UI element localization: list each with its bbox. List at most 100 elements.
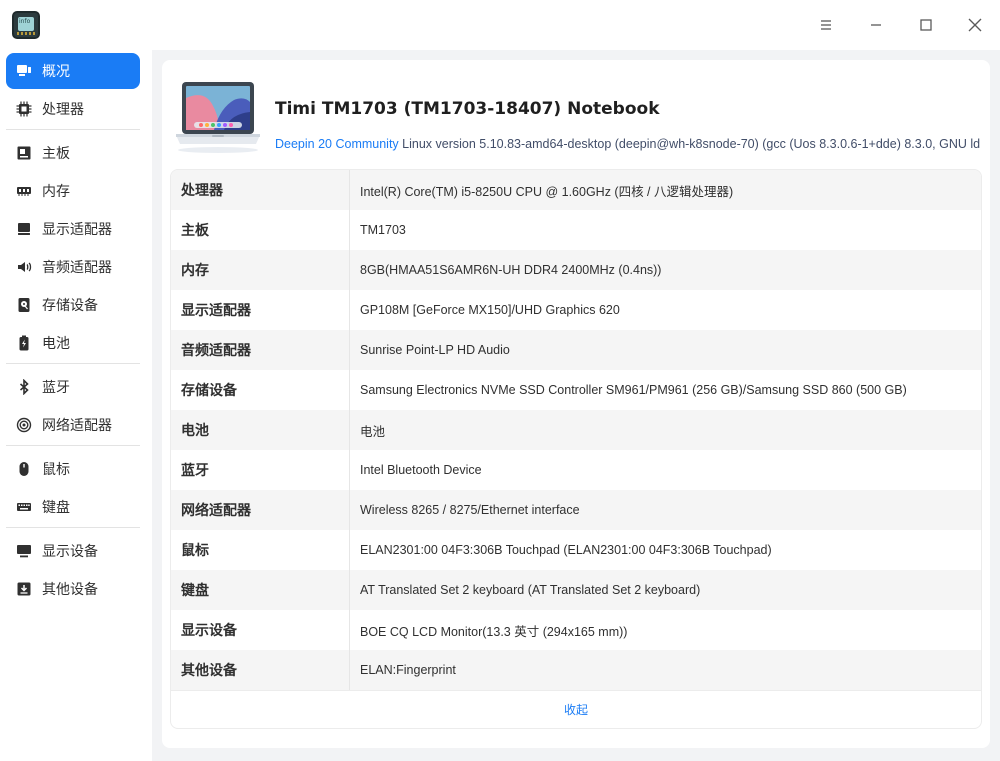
maximize-icon [920, 19, 932, 31]
row-label: 内存 [171, 250, 350, 290]
sidebar-item-label: 内存 [42, 184, 70, 200]
os-detail: Linux version 5.10.83-amd64-desktop (dee… [398, 137, 983, 151]
menu-button[interactable] [809, 8, 843, 42]
table-row: 网络适配器 Wireless 8265 / 8275/Ethernet inte… [171, 490, 981, 530]
sidebar-item-display[interactable]: 显示设备 [6, 533, 140, 569]
table-row: 内存 8GB(HMAA51S6AMR6N-UH DDR4 2400MHz (0.… [171, 250, 981, 290]
row-value: Intel Bluetooth Device [360, 463, 482, 477]
nav-group-input: 鼠标 键盘 [0, 451, 150, 525]
row-value: GP108M [GeForce MX150]/UHD Graphics 620 [360, 303, 620, 317]
sidebar-item-label: 鼠标 [42, 462, 70, 478]
monitor-overview-icon [16, 63, 32, 79]
row-label: 音频适配器 [171, 330, 350, 370]
sidebar-item-label: 其他设备 [42, 582, 98, 598]
row-label: 存储设备 [171, 370, 350, 410]
minimize-icon [871, 24, 881, 26]
sidebar-item-label: 音频适配器 [42, 260, 112, 276]
sidebar-item-label: 键盘 [42, 500, 70, 516]
row-label: 其他设备 [171, 650, 350, 690]
collapse-button[interactable]: 收起 [564, 701, 588, 718]
sidebar-item-label: 存储设备 [42, 298, 98, 314]
keyboard-icon [16, 499, 32, 515]
sidebar-item-overview[interactable]: 概况 [6, 53, 140, 89]
os-link[interactable]: Deepin 20 Community [275, 137, 399, 151]
row-label: 主板 [171, 210, 350, 250]
row-label: 显示设备 [171, 610, 350, 650]
row-label: 键盘 [171, 570, 350, 610]
row-label: 蓝牙 [171, 450, 350, 490]
memory-icon [16, 183, 32, 199]
row-value: 8GB(HMAA51S6AMR6N-UH DDR4 2400MHz (0.4ns… [360, 263, 662, 277]
sidebar-item-label: 显示设备 [42, 544, 98, 560]
row-value: AT Translated Set 2 keyboard (AT Transla… [360, 583, 701, 597]
laptop-icon [176, 82, 260, 153]
sidebar-item-label: 蓝牙 [42, 380, 70, 396]
monitor-icon [16, 543, 32, 559]
maximize-button[interactable] [909, 8, 943, 42]
nav-group-wireless: 蓝牙 网络适配器 [0, 369, 150, 443]
row-label: 显示适配器 [171, 290, 350, 330]
table-row: 音频适配器 Sunrise Point-LP HD Audio [171, 330, 981, 370]
row-value: ELAN2301:00 04F3:306B Touchpad (ELAN2301… [360, 543, 772, 557]
table-row: 蓝牙 Intel Bluetooth Device [171, 450, 981, 490]
sidebar-item-memory[interactable]: 内存 [6, 173, 140, 209]
device-title: Timi TM1703 (TM1703-18407) Notebook [275, 99, 660, 119]
bluetooth-icon [16, 379, 32, 395]
title-bar: info [0, 0, 1000, 50]
motherboard-icon [16, 145, 32, 161]
row-value: Wireless 8265 / 8275/Ethernet interface [360, 503, 580, 517]
row-value: TM1703 [360, 223, 406, 237]
row-value: Samsung Electronics NVMe SSD Controller … [360, 383, 907, 397]
sidebar-item-audio[interactable]: 音频适配器 [6, 249, 140, 285]
row-label: 电池 [171, 410, 350, 450]
hamburger-icon [821, 20, 831, 30]
table-row: 主板 TM1703 [171, 210, 981, 250]
row-value: 电池 [360, 424, 386, 439]
nav-group-other: 显示设备 其他设备 [0, 533, 150, 607]
main-content: Timi TM1703 (TM1703-18407) Notebook Deep… [152, 50, 1000, 761]
nav-divider [6, 527, 140, 528]
sidebar-item-battery[interactable]: 电池 [6, 325, 140, 361]
table-row: 处理器 Intel(R) Core(TM) i5-8250U CPU @ 1.6… [171, 170, 981, 210]
collapse-row: 收起 [171, 690, 981, 728]
table-row: 电池 电池 [171, 410, 981, 450]
sidebar-item-other[interactable]: 其他设备 [6, 571, 140, 607]
table-row: 显示设备 BOE CQ LCD Monitor(13.3 英寸 (294x165… [171, 610, 981, 650]
nav-divider [6, 363, 140, 364]
sidebar-item-label: 显示适配器 [42, 222, 112, 238]
table-row: 其他设备 ELAN:Fingerprint [171, 650, 981, 690]
sidebar-item-mouse[interactable]: 鼠标 [6, 451, 140, 487]
table-row: 键盘 AT Translated Set 2 keyboard (AT Tran… [171, 570, 981, 610]
sidebar-item-label: 电池 [42, 336, 70, 352]
sidebar-item-storage[interactable]: 存储设备 [6, 287, 140, 323]
close-icon [968, 18, 982, 32]
minimize-button[interactable] [859, 8, 893, 42]
sidebar: 概况 处理器 主板 内存 显示适配器 音频适配器 存储设备 电池 蓝牙 网络适配… [0, 50, 150, 761]
sidebar-item-cpu[interactable]: 处理器 [6, 91, 140, 127]
sidebar-item-label: 网络适配器 [42, 418, 112, 434]
sidebar-item-keyboard[interactable]: 键盘 [6, 489, 140, 525]
other-device-icon [16, 581, 32, 597]
row-label: 处理器 [171, 170, 350, 210]
close-button[interactable] [958, 8, 992, 42]
nav-divider [6, 445, 140, 446]
sidebar-item-bluetooth[interactable]: 蓝牙 [6, 369, 140, 405]
sidebar-item-gpu[interactable]: 显示适配器 [6, 211, 140, 247]
row-label: 鼠标 [171, 530, 350, 570]
nav-divider [6, 129, 140, 130]
sidebar-item-network[interactable]: 网络适配器 [6, 407, 140, 443]
row-value: Sunrise Point-LP HD Audio [360, 343, 510, 357]
sidebar-item-board[interactable]: 主板 [6, 135, 140, 171]
display-adapter-icon [16, 221, 32, 237]
row-value: Intel(R) Core(TM) i5-8250U CPU @ 1.60GHz… [360, 184, 734, 199]
table-row: 显示适配器 GP108M [GeForce MX150]/UHD Graphic… [171, 290, 981, 330]
battery-icon [16, 335, 32, 351]
table-row: 鼠标 ELAN2301:00 04F3:306B Touchpad (ELAN2… [171, 530, 981, 570]
sidebar-item-label: 概况 [42, 64, 70, 80]
sidebar-item-label: 主板 [42, 146, 70, 162]
os-info: Deepin 20 Community Linux version 5.10.8… [275, 137, 983, 151]
row-label: 网络适配器 [171, 490, 350, 530]
cpu-chip-icon [16, 101, 32, 117]
info-table: 处理器 Intel(R) Core(TM) i5-8250U CPU @ 1.6… [170, 169, 982, 729]
row-value: ELAN:Fingerprint [360, 663, 456, 677]
